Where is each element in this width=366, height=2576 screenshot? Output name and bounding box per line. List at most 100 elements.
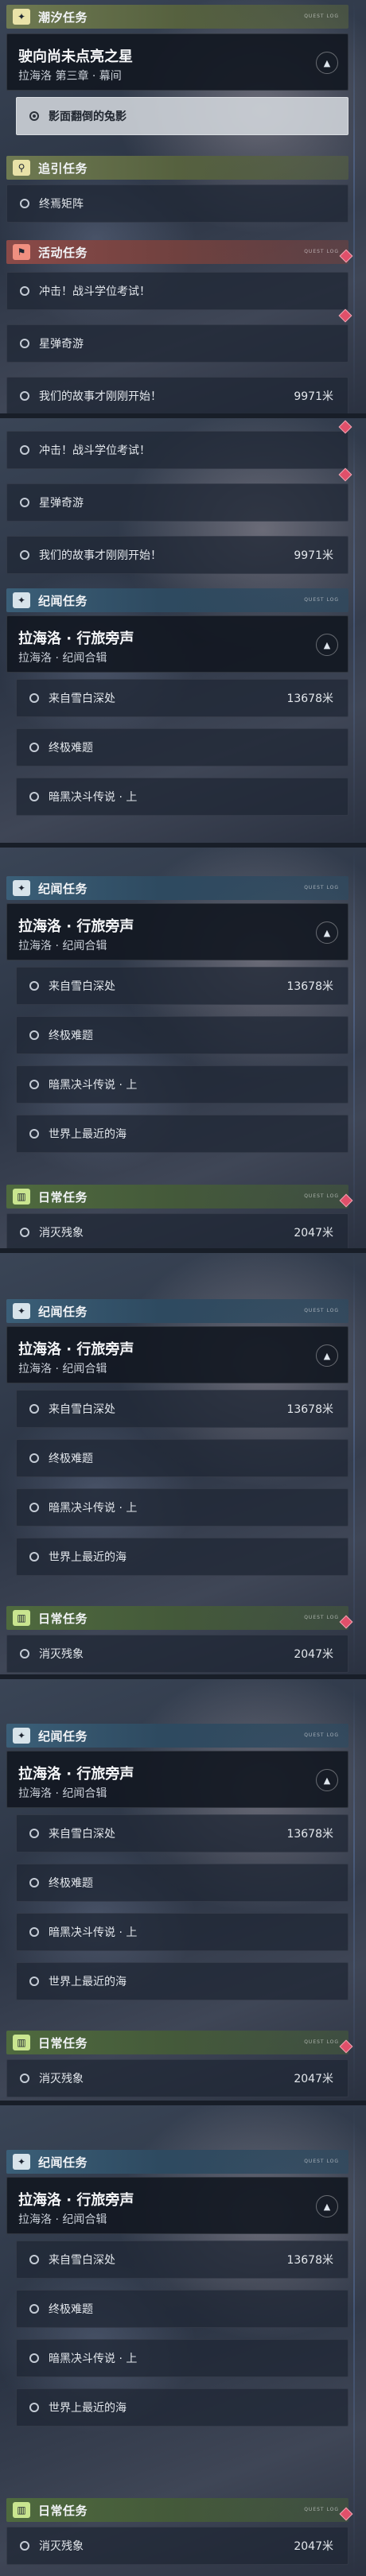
header-tag: QUEST LOG: [304, 597, 339, 603]
tidal-quest-header[interactable]: ✦ 潮汐任务 QUEST LOG: [6, 5, 348, 29]
radio-icon: [20, 1228, 29, 1237]
travel-quest-header[interactable]: ✦ 纪闻任务 QUEST LOG: [6, 1299, 348, 1323]
radio-icon: [20, 286, 29, 296]
section-title: 日常任务: [38, 2503, 88, 2518]
daily-quest-header[interactable]: ▥ 日常任务 QUEST LOG: [6, 2031, 353, 2054]
alert-diamond-icon: [339, 249, 353, 263]
distance-readout: 13678米: [286, 1828, 333, 1841]
radio-icon: [29, 1404, 39, 1414]
radio-icon: [20, 550, 29, 560]
sparkle-icon: ✦: [13, 1728, 30, 1744]
sparkle-icon: ✦: [13, 592, 30, 608]
travel-quest-header[interactable]: ✦ 纪闻任务 QUEST LOG: [6, 1724, 348, 1748]
travel-quest-header[interactable]: ✦ 纪闻任务 QUEST LOG: [6, 588, 348, 612]
quest-item[interactable]: 终极难题: [16, 1864, 348, 1902]
screenshot-panel-5: ✦ 纪闻任务 QUEST LOG 拉海洛 · 行旅旁声 拉海洛 · 纪闻合辑 ▲…: [0, 1679, 366, 2101]
quest-item[interactable]: 终极难题: [16, 728, 348, 766]
quest-item[interactable]: 星弹奇游: [6, 308, 352, 363]
chevron-up-icon[interactable]: ▲: [316, 1344, 338, 1367]
quest-card[interactable]: 拉海洛 · 行旅旁声 拉海洛 · 纪闻合辑 ▲: [6, 615, 348, 673]
daily-quest-section: ▥ 日常任务 QUEST LOG 消灭残象 2047米: [6, 2031, 353, 2097]
quest-item[interactable]: 星弹奇游: [6, 467, 352, 522]
chevron-up-icon[interactable]: ▲: [316, 634, 338, 656]
quest-item[interactable]: 冲击！战斗学位考试！: [6, 420, 352, 469]
section-title: 纪闻任务: [38, 2155, 88, 2170]
quest-label: 终极难题: [49, 1877, 93, 1890]
quest-item[interactable]: 消灭残象 2047米: [6, 1635, 348, 1673]
travel-quest-header[interactable]: ✦ 纪闻任务 QUEST LOG: [6, 2150, 348, 2174]
radio-icon: [20, 339, 29, 348]
chevron-up-icon[interactable]: ▲: [316, 1769, 338, 1791]
daily-quest-header[interactable]: ▥ 日常任务 QUEST LOG: [6, 1606, 353, 1630]
daily-quest-header[interactable]: ▥ 日常任务 QUEST LOG: [6, 1185, 353, 1208]
quest-step-selected[interactable]: 影面翻倒的兔影: [16, 97, 348, 135]
distance-readout: 13678米: [286, 692, 333, 705]
radio-icon: [29, 792, 39, 801]
quest-item[interactable]: 世界上最近的海: [16, 1538, 348, 1576]
radio-icon: [20, 1649, 29, 1658]
quest-item[interactable]: 来自雪白深处 13678米: [16, 1390, 348, 1428]
radio-icon: [29, 1878, 39, 1887]
quest-item[interactable]: 来自雪白深处 13678米: [16, 679, 348, 717]
quest-item[interactable]: 世界上最近的海: [16, 1962, 348, 2000]
quest-item[interactable]: 世界上最近的海: [16, 1115, 348, 1153]
quest-subtitle: 拉海洛 · 纪闻合辑: [18, 940, 107, 952]
section-title: 日常任务: [38, 1189, 88, 1205]
quest-item[interactable]: 暗黑决斗传说 · 上: [16, 1913, 348, 1951]
quest-item[interactable]: 暗黑决斗传说 · 上: [16, 2339, 348, 2377]
quest-item[interactable]: 我们的故事才刚刚开始！ 9971米: [6, 536, 348, 574]
quest-item[interactable]: 来自雪白深处 13678米: [16, 1814, 348, 1852]
quest-item[interactable]: 来自雪白深处 13678米: [16, 967, 348, 1005]
event-flag-icon: ⚑: [13, 244, 30, 260]
quest-label: 暗黑决斗传说 · 上: [49, 791, 138, 804]
quest-item[interactable]: 冲击！战斗学位考试！: [6, 272, 348, 310]
quest-item[interactable]: 暗黑决斗传说 · 上: [16, 778, 348, 816]
quest-card[interactable]: 拉海洛 · 行旅旁声 拉海洛 · 纪闻合辑 ▲: [6, 2177, 348, 2234]
quest-label: 来自雪白深处: [49, 692, 115, 705]
guide-quest-header[interactable]: ⚲ 追引任务: [6, 156, 348, 180]
quest-card[interactable]: 驶向尚未点亮之星 拉海洛 第三章 · 幕间 ▲: [6, 33, 348, 91]
radio-icon: [20, 498, 29, 507]
book-icon: ▥: [13, 1610, 30, 1626]
quest-label: 来自雪白深处: [49, 1403, 115, 1416]
quest-item[interactable]: 来自雪白深处 13678米: [16, 2240, 348, 2279]
quest-card[interactable]: 拉海洛 · 行旅旁声 拉海洛 · 纪闻合辑 ▲: [6, 1326, 348, 1383]
quest-label: 来自雪白深处: [49, 980, 115, 993]
travel-quest-header[interactable]: ✦ 纪闻任务 QUEST LOG: [6, 876, 348, 900]
quest-title: 拉海洛 · 行旅旁声: [18, 1766, 134, 1783]
quest-item[interactable]: 消灭残象 2047米: [6, 2059, 348, 2097]
quest-label: 终极难题: [49, 1453, 93, 1465]
section-title: 纪闻任务: [38, 593, 88, 608]
event-quest-header[interactable]: ⚑ 活动任务 QUEST LOG: [6, 240, 353, 264]
quest-step[interactable]: 终焉矩阵: [6, 184, 348, 223]
quest-item[interactable]: 终极难题: [16, 1439, 348, 1477]
radio-icon: [29, 2353, 39, 2363]
guide-quest-section: ⚲ 追引任务 终焉矩阵: [6, 156, 348, 223]
daily-quest-header[interactable]: ▥ 日常任务 QUEST LOG: [6, 2498, 353, 2522]
alert-diamond-icon: [338, 467, 352, 482]
event-quest-section: 冲击！战斗学位考试！ 星弹奇游 我们的故事才刚刚开始！ 9971米: [6, 420, 352, 574]
quest-item[interactable]: 消灭残象 2047米: [6, 1213, 348, 1248]
quest-item[interactable]: 消灭残象 2047米: [6, 2527, 348, 2565]
quest-item[interactable]: 终极难题: [16, 1016, 348, 1054]
quest-item[interactable]: 我们的故事才刚刚开始！ 9971米: [6, 377, 348, 413]
quest-card[interactable]: 拉海洛 · 行旅旁声 拉海洛 · 纪闻合辑 ▲: [6, 903, 348, 960]
chevron-up-icon[interactable]: ▲: [316, 52, 338, 74]
header-tag: QUEST LOG: [304, 1615, 339, 1620]
chevron-up-icon[interactable]: ▲: [316, 2195, 338, 2217]
radio-icon: [29, 1129, 39, 1139]
chevron-up-icon[interactable]: ▲: [316, 921, 338, 944]
section-title: 纪闻任务: [38, 881, 88, 896]
quest-item[interactable]: 终极难题: [16, 2290, 348, 2328]
distance-readout: 2047米: [294, 1227, 333, 1240]
quest-label: 世界上最近的海: [49, 1551, 127, 1564]
quest-item[interactable]: 暗黑决斗传说 · 上: [16, 1488, 348, 1527]
quest-label: 消灭残象: [39, 1227, 84, 1240]
travel-quest-section: ✦ 纪闻任务 QUEST LOG 拉海洛 · 行旅旁声 拉海洛 · 纪闻合辑 ▲…: [6, 876, 348, 1153]
quest-item[interactable]: 世界上最近的海: [16, 2388, 348, 2427]
quest-item[interactable]: 暗黑决斗传说 · 上: [16, 1065, 348, 1104]
quest-title: 驶向尚未点亮之星: [18, 48, 133, 65]
quest-card[interactable]: 拉海洛 · 行旅旁声 拉海洛 · 纪闻合辑 ▲: [6, 1751, 348, 1808]
step-label: 影面翻倒的兔影: [49, 111, 127, 123]
sparkle-icon: ✦: [13, 1303, 30, 1319]
